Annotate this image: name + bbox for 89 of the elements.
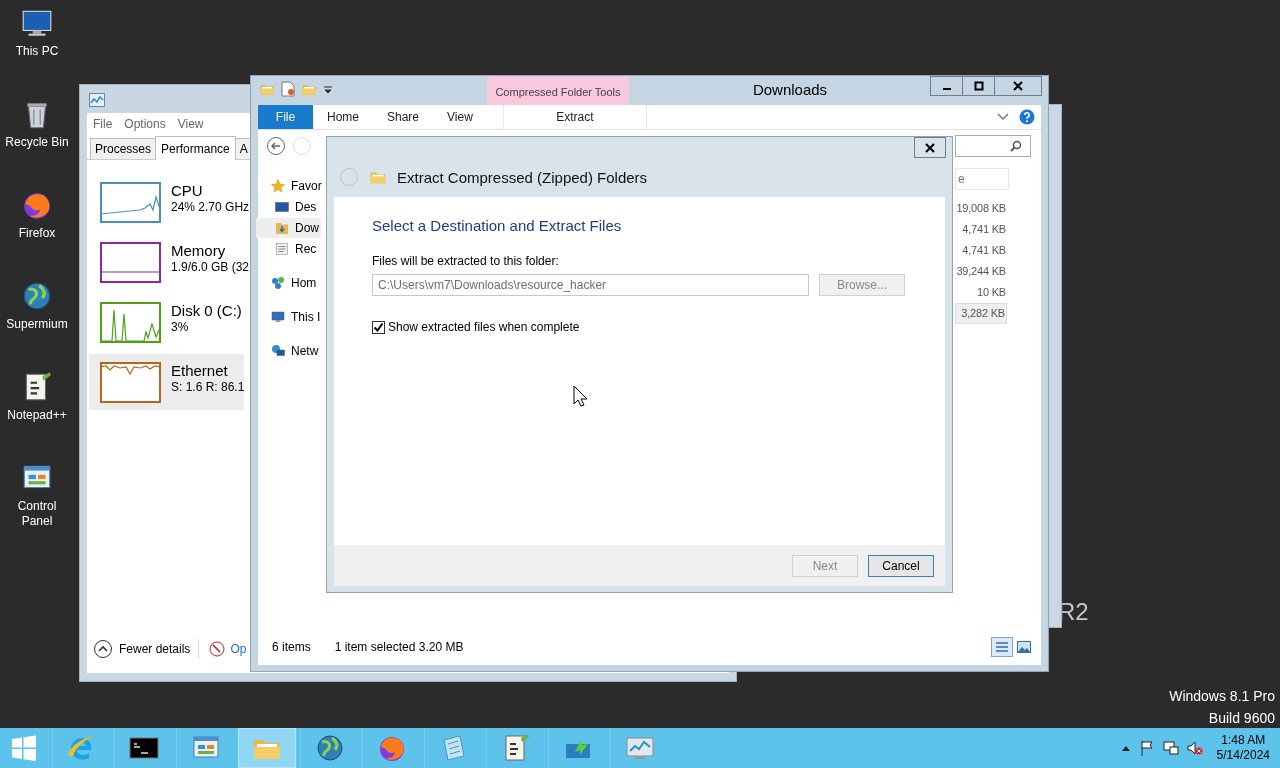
chevron-down-icon: [997, 113, 1009, 121]
menu-item[interactable]: Options: [124, 117, 166, 131]
tab[interactable]: Performance: [155, 136, 236, 160]
size-cell-text: 10 KB: [976, 285, 1007, 300]
resource-name: Ethernet: [171, 362, 229, 380]
size-cell-text: 19,008 KB: [955, 201, 1007, 216]
desktop-icon-label[interactable]: Recycle Bin: [2, 135, 72, 150]
checkbox-label[interactable]: Show extracted files when complete: [388, 320, 580, 334]
windows-logo-icon: [11, 735, 37, 761]
help-icon: [1019, 109, 1035, 125]
speaker-muted-icon: [1186, 740, 1203, 756]
clock-time[interactable]: 1:48 AM: [1216, 733, 1270, 748]
dialog-button[interactable]: Cancel: [868, 554, 934, 577]
image-icon: [1017, 641, 1031, 653]
desktop-icon-label[interactable]: Control Panel: [2, 499, 72, 529]
window-title: Downloads: [751, 80, 829, 100]
resource-name: Disk 0 (C:): [171, 302, 242, 320]
star-icon: [270, 178, 286, 194]
desktop-icon-label[interactable]: Firefox: [2, 226, 72, 241]
dialog-heading: Select a Destination and Extract Files: [372, 217, 623, 234]
size-cell-text: 4,741 KB: [961, 222, 1007, 237]
ribbon-tab[interactable]: Share: [373, 105, 434, 129]
dialog-title: Extract Compressed (Zipped) Folders: [397, 168, 648, 186]
nav-item[interactable]: Netw: [270, 341, 321, 361]
nav-item[interactable]: Rec: [256, 239, 319, 259]
field-label: Files will be extracted to this folder:: [372, 254, 560, 268]
minimize-button[interactable]: [930, 76, 963, 96]
link[interactable]: Op: [230, 642, 247, 656]
status-text: 6 items: [272, 640, 311, 654]
resource-detail: 3%: [171, 320, 190, 335]
fewer-details-link[interactable]: Fewer details: [119, 642, 191, 656]
caret-up-icon: [1120, 744, 1131, 752]
nav-item[interactable]: Favor: [270, 176, 324, 196]
desktop-icon: [274, 199, 290, 215]
tab[interactable]: Processes: [90, 138, 157, 159]
nav-item[interactable]: Des: [256, 197, 319, 217]
desktop-icon-label[interactable]: Supermium: [2, 317, 72, 332]
cursor-icon: [573, 385, 587, 407]
close-icon: [925, 142, 935, 153]
maximize-button[interactable]: [962, 76, 995, 96]
minimize-icon: [942, 88, 951, 90]
list-icon: [995, 641, 1009, 653]
search-icon: [1010, 140, 1022, 152]
maximize-icon: [973, 81, 984, 91]
ribbon-tab[interactable]: File: [258, 105, 313, 129]
ribbon-tab[interactable]: Home: [313, 105, 373, 129]
column-header[interactable]: e: [955, 168, 1009, 190]
ribbon-tab[interactable]: Extract: [502, 105, 647, 129]
size-cell: 3,282 KB: [955, 303, 1007, 324]
size-cell-text: 39,244 KB: [955, 264, 1007, 279]
resource-name: CPU: [171, 182, 204, 200]
back-icon: [266, 136, 286, 156]
build-text: Build 9600: [1207, 709, 1275, 728]
document-icon: [281, 81, 295, 97]
context-tab-header: Compressed Folder Tools: [487, 76, 629, 105]
close-icon: [1013, 81, 1023, 91]
monitor-icon: [270, 309, 286, 325]
search-field[interactable]: [955, 135, 1031, 157]
path-field[interactable]: C:\Users\vm7\Downloads\resource_hacker: [372, 274, 809, 296]
menu-item[interactable]: File: [93, 117, 113, 131]
nav-item[interactable]: Dow: [256, 218, 321, 238]
dropdown-icon: [323, 84, 333, 94]
resource-item[interactable]: Ethernet S: 1.6 R: 86.1: [89, 354, 244, 410]
resource-name: Memory: [171, 242, 227, 260]
menu-item[interactable]: View: [177, 117, 204, 131]
ribbon-tab[interactable]: View: [433, 105, 487, 129]
network-icon: [1162, 740, 1179, 756]
details-view-button[interactable]: [991, 637, 1013, 657]
edition-text: Windows 8.1 Pro: [1169, 687, 1275, 706]
resource-detail: 1.9/6.0 GB (32: [171, 260, 250, 275]
download-folder-icon: [274, 220, 290, 236]
chevron-up-icon: [93, 639, 113, 659]
chart-window-icon: [89, 93, 105, 107]
desktop-icon-label[interactable]: Notepad++: [2, 408, 72, 423]
network-icon: [270, 343, 286, 359]
close-button[interactable]: [914, 137, 946, 158]
close-button[interactable]: [994, 76, 1042, 96]
resource-detail: S: 1.6 R: 86.1: [171, 380, 245, 395]
back-icon: [339, 167, 359, 187]
resource-detail: 24% 2.70 GHz: [171, 200, 250, 215]
size-cell-text: 4,741 KB: [961, 243, 1007, 258]
status-text: 1 item selected 3.20 MB: [334, 640, 464, 654]
clock-date[interactable]: 5/14/2024: [1216, 748, 1270, 763]
checkbox[interactable]: [372, 320, 385, 334]
flag-icon: [1138, 740, 1155, 756]
desktop-icon-label[interactable]: This PC: [2, 44, 72, 59]
nav-item[interactable]: This I: [270, 307, 323, 327]
forward-icon: [292, 136, 312, 156]
nav-item[interactable]: Hom: [270, 273, 319, 293]
